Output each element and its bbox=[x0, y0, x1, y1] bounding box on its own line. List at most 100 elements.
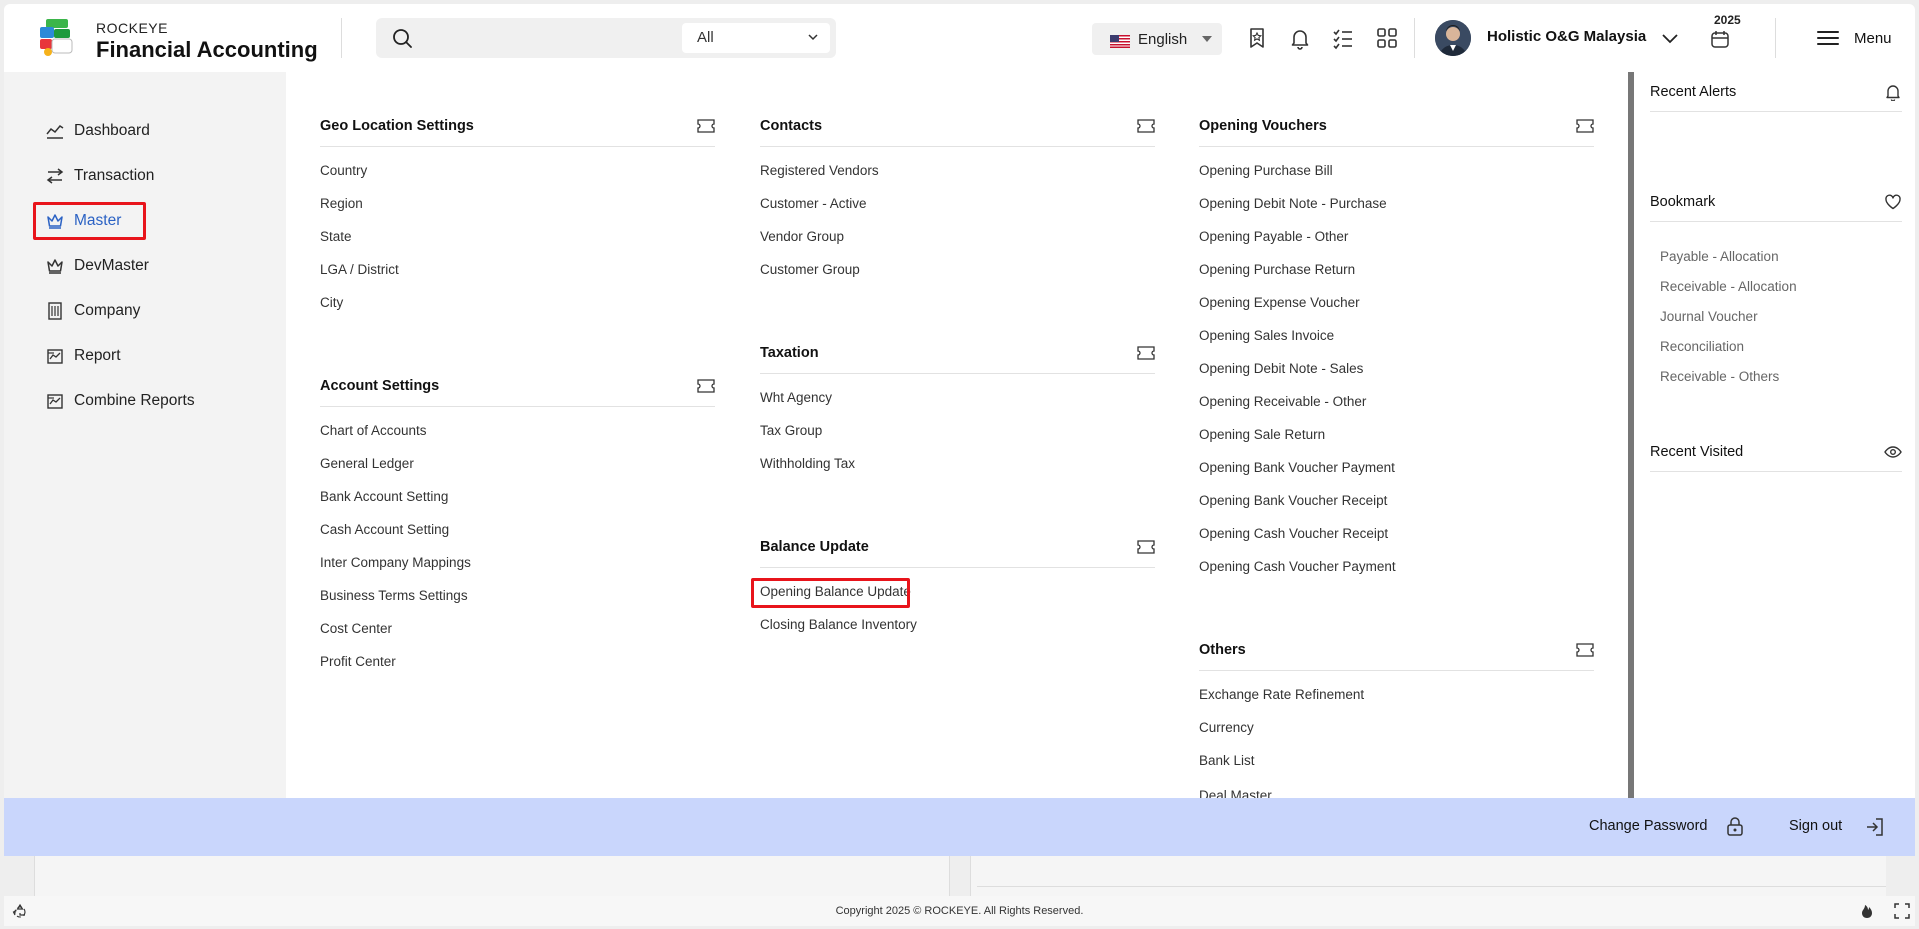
link-inter-company-mappings[interactable]: Inter Company Mappings bbox=[320, 555, 471, 570]
calendar-icon[interactable] bbox=[1709, 28, 1731, 50]
ticket-icon[interactable] bbox=[697, 379, 715, 393]
link-exchange-rate-refinement[interactable]: Exchange Rate Refinement bbox=[1199, 687, 1364, 702]
link-customer-group[interactable]: Customer Group bbox=[760, 262, 860, 277]
avatar[interactable] bbox=[1435, 20, 1471, 56]
section-title-geo-location: Geo Location Settings bbox=[320, 118, 474, 134]
chevron-down-icon[interactable] bbox=[1660, 28, 1680, 48]
lock-icon[interactable] bbox=[1724, 816, 1746, 838]
account-actions-bar: Change Password Sign out bbox=[4, 798, 1915, 856]
link-opening-expense-voucher[interactable]: Opening Expense Voucher bbox=[1199, 295, 1360, 310]
ticket-icon[interactable] bbox=[1137, 119, 1155, 133]
section-divider bbox=[760, 567, 1155, 568]
link-chart-of-accounts[interactable]: Chart of Accounts bbox=[320, 423, 427, 438]
sign-out-button[interactable]: Sign out bbox=[1789, 818, 1842, 834]
brand-title: Financial Accounting bbox=[96, 37, 318, 62]
link-city[interactable]: City bbox=[320, 295, 343, 310]
recent-visited-title: Recent Visited bbox=[1650, 444, 1744, 460]
bookmark-item[interactable]: Receivable - Others bbox=[1660, 369, 1779, 384]
link-opening-cash-voucher-receipt[interactable]: Opening Cash Voucher Receipt bbox=[1199, 526, 1388, 541]
language-select[interactable]: English bbox=[1092, 23, 1222, 55]
bell-icon[interactable] bbox=[1884, 83, 1902, 101]
link-vendor-group[interactable]: Vendor Group bbox=[760, 229, 844, 244]
link-opening-bank-voucher-receipt[interactable]: Opening Bank Voucher Receipt bbox=[1199, 493, 1387, 508]
nav-item-transaction[interactable]: Transaction bbox=[46, 161, 154, 191]
link-business-terms-settings[interactable]: Business Terms Settings bbox=[320, 588, 468, 603]
flame-icon[interactable] bbox=[1859, 903, 1875, 919]
highlight-box bbox=[33, 202, 146, 240]
link-wht-agency[interactable]: Wht Agency bbox=[760, 390, 832, 405]
search-icon[interactable] bbox=[392, 28, 412, 48]
link-opening-purchase-bill[interactable]: Opening Purchase Bill bbox=[1199, 163, 1333, 178]
link-region[interactable]: Region bbox=[320, 196, 363, 211]
link-withholding-tax[interactable]: Withholding Tax bbox=[760, 456, 855, 471]
link-state[interactable]: State bbox=[320, 229, 352, 244]
link-opening-receivable-other[interactable]: Opening Receivable - Other bbox=[1199, 394, 1366, 409]
copyright-text: Copyright 2025 © ROCKEYE. All Rights Res… bbox=[835, 905, 1084, 917]
link-opening-sale-return[interactable]: Opening Sale Return bbox=[1199, 427, 1325, 442]
bell-icon[interactable] bbox=[1288, 26, 1312, 50]
bookmark-item[interactable]: Journal Voucher bbox=[1660, 309, 1758, 324]
link-cash-account-setting[interactable]: Cash Account Setting bbox=[320, 522, 449, 537]
nav-label: DevMaster bbox=[74, 257, 149, 274]
company-name[interactable]: Holistic O&G Malaysia bbox=[1487, 28, 1646, 45]
nav-item-company[interactable]: Company bbox=[46, 296, 140, 326]
link-cost-center[interactable]: Cost Center bbox=[320, 621, 392, 636]
report-icon bbox=[47, 394, 63, 409]
search-scope-select[interactable]: All bbox=[682, 23, 830, 53]
ticket-icon[interactable] bbox=[1576, 643, 1594, 657]
rockeye-logo[interactable] bbox=[40, 19, 76, 57]
crown-icon bbox=[47, 259, 63, 274]
ticket-icon[interactable] bbox=[697, 119, 715, 133]
link-deal-master[interactable]: Deal Master bbox=[1199, 786, 1272, 798]
bookmark-item[interactable]: Receivable - Allocation bbox=[1660, 279, 1797, 294]
section-title-balance-update: Balance Update bbox=[760, 539, 869, 555]
user-avatar-icon bbox=[1435, 20, 1471, 56]
nav-item-report[interactable]: Report bbox=[46, 341, 121, 371]
header-divider bbox=[1414, 18, 1415, 58]
link-closing-balance-inventory[interactable]: Closing Balance Inventory bbox=[760, 617, 917, 632]
checklist-icon[interactable] bbox=[1331, 26, 1355, 50]
sign-out-icon[interactable] bbox=[1864, 816, 1886, 838]
nav-item-combine-reports[interactable]: Combine Reports bbox=[46, 386, 195, 416]
heart-icon[interactable] bbox=[1884, 193, 1902, 211]
link-opening-purchase-return[interactable]: Opening Purchase Return bbox=[1199, 262, 1355, 277]
search-scope-value: All bbox=[697, 29, 714, 46]
apps-grid-icon[interactable] bbox=[1375, 26, 1399, 50]
nav-item-devmaster[interactable]: DevMaster bbox=[46, 251, 149, 281]
eye-icon[interactable] bbox=[1884, 443, 1902, 461]
ticket-icon[interactable] bbox=[1137, 540, 1155, 554]
section-title-opening-vouchers: Opening Vouchers bbox=[1199, 118, 1327, 134]
language-value: English bbox=[1138, 31, 1188, 48]
top-header: ROCKEYE Financial Accounting All English bbox=[4, 4, 1915, 72]
link-customer-active[interactable]: Customer - Active bbox=[760, 196, 867, 211]
chevron-down-icon bbox=[808, 34, 818, 41]
link-tax-group[interactable]: Tax Group bbox=[760, 423, 822, 438]
search-bar[interactable]: All bbox=[376, 18, 836, 58]
link-general-ledger[interactable]: General Ledger bbox=[320, 456, 414, 471]
link-profit-center[interactable]: Profit Center bbox=[320, 654, 396, 669]
bookmark-star-icon[interactable] bbox=[1245, 26, 1269, 50]
link-bank-list[interactable]: Bank List bbox=[1199, 753, 1255, 768]
link-country[interactable]: Country bbox=[320, 163, 367, 178]
fullscreen-icon[interactable] bbox=[1894, 903, 1910, 919]
link-currency[interactable]: Currency bbox=[1199, 720, 1254, 735]
link-lga-district[interactable]: LGA / District bbox=[320, 262, 399, 277]
nav-item-dashboard[interactable]: Dashboard bbox=[46, 116, 150, 146]
link-opening-cash-voucher-payment[interactable]: Opening Cash Voucher Payment bbox=[1199, 559, 1396, 574]
link-opening-payable-other[interactable]: Opening Payable - Other bbox=[1199, 229, 1348, 244]
bookmark-item[interactable]: Payable - Allocation bbox=[1660, 249, 1779, 264]
ticket-icon[interactable] bbox=[1576, 119, 1594, 133]
link-opening-sales-invoice[interactable]: Opening Sales Invoice bbox=[1199, 328, 1334, 343]
section-divider bbox=[760, 373, 1155, 374]
bookmark-item[interactable]: Reconciliation bbox=[1660, 339, 1744, 354]
ticket-icon[interactable] bbox=[1137, 346, 1155, 360]
section-title-contacts: Contacts bbox=[760, 118, 823, 134]
link-registered-vendors[interactable]: Registered Vendors bbox=[760, 163, 879, 178]
link-bank-account-setting[interactable]: Bank Account Setting bbox=[320, 489, 448, 504]
link-opening-debit-note-purchase[interactable]: Opening Debit Note - Purchase bbox=[1199, 196, 1387, 211]
section-title-account-settings: Account Settings bbox=[320, 378, 440, 394]
change-password-button[interactable]: Change Password bbox=[1589, 818, 1708, 834]
link-opening-debit-note-sales[interactable]: Opening Debit Note - Sales bbox=[1199, 361, 1363, 376]
nav-label: Report bbox=[74, 347, 121, 364]
link-opening-bank-voucher-payment[interactable]: Opening Bank Voucher Payment bbox=[1199, 460, 1395, 475]
